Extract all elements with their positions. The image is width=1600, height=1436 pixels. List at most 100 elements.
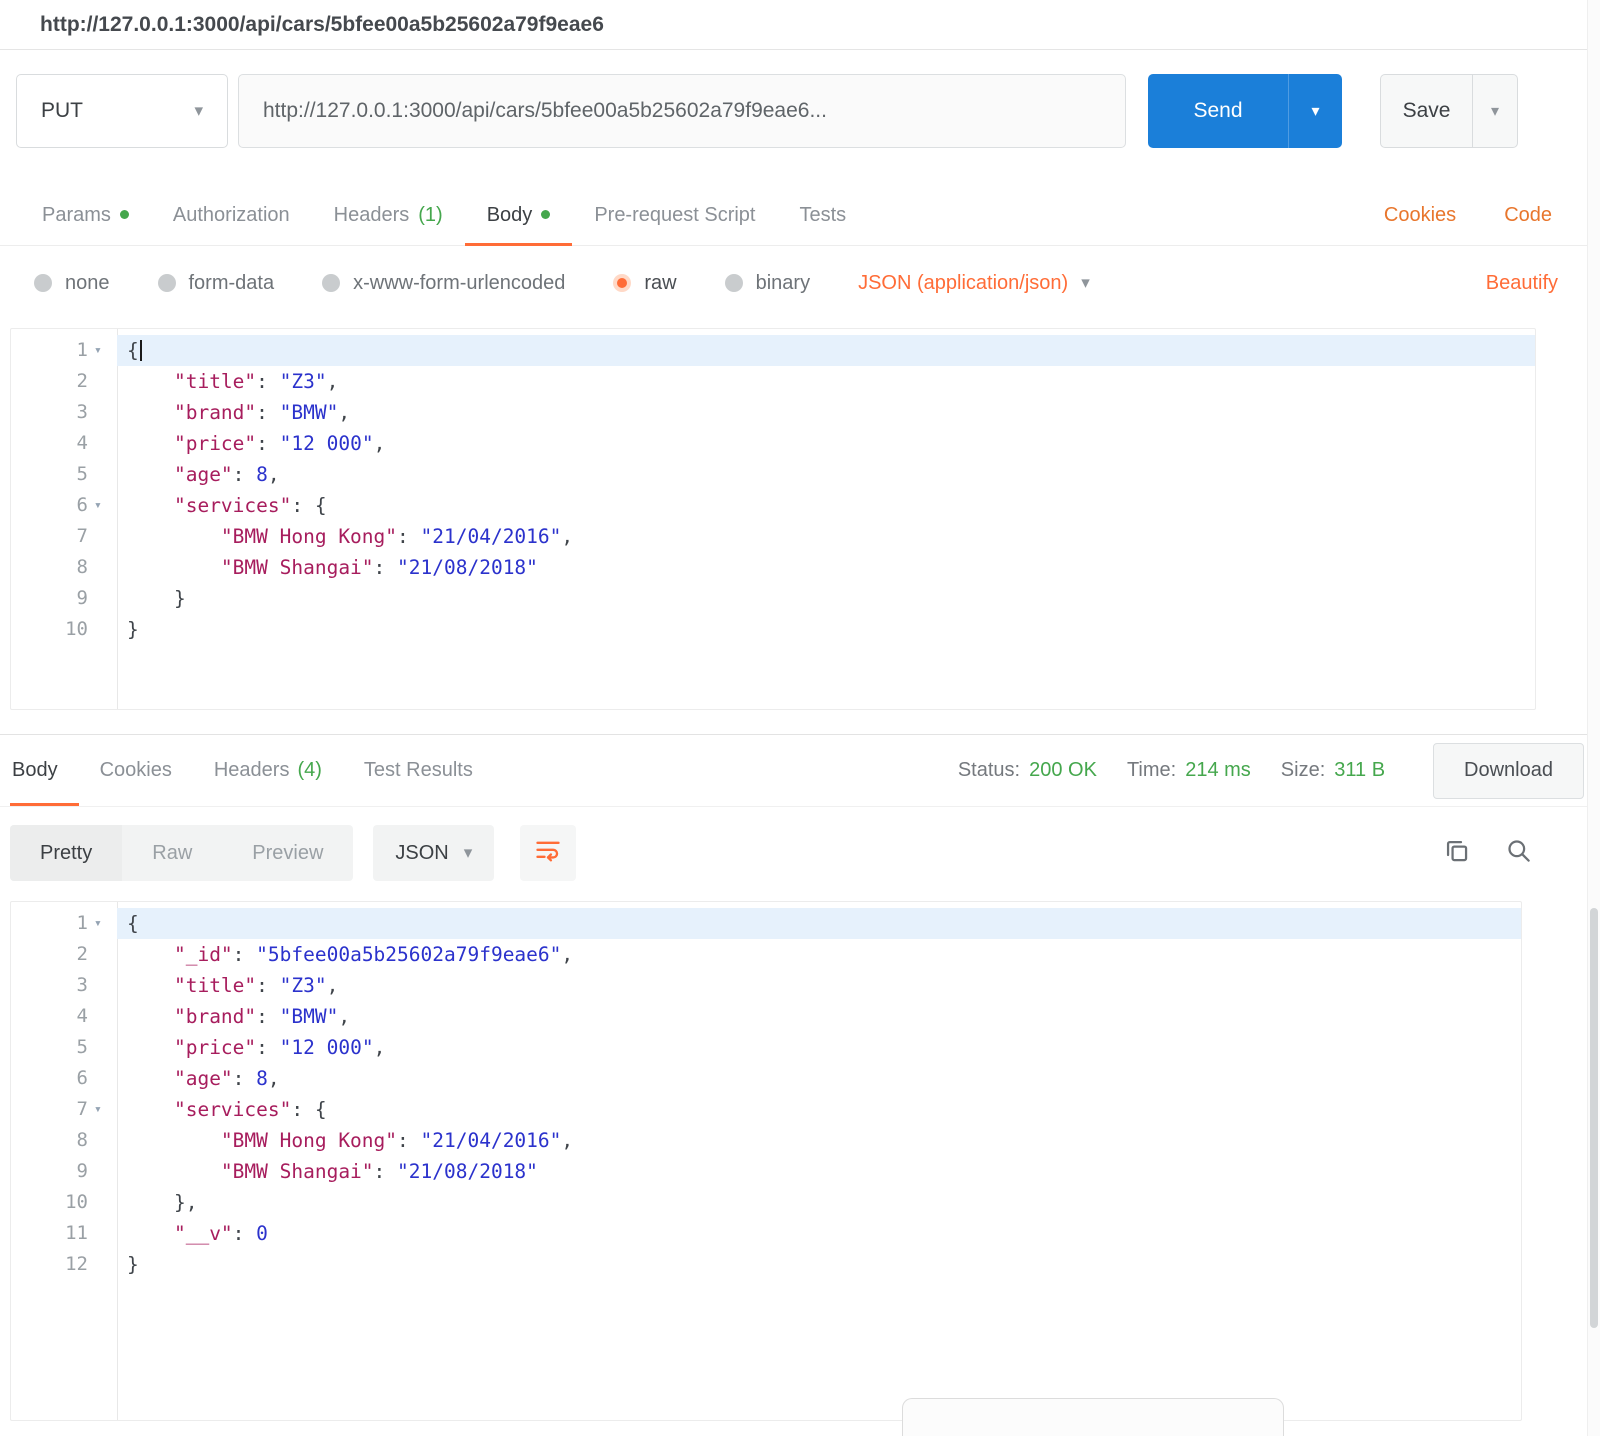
tab-label: Headers [333,204,410,226]
editor-gutter: 7 ▾ [11,1094,117,1125]
tab-count: (1) [418,204,443,226]
wrap-text-icon [534,837,562,870]
tab-params[interactable]: Params [20,186,151,245]
body-type-form-data[interactable]: form-data [157,271,275,295]
resp-tab-headers[interactable]: Headers (4) [193,735,343,806]
chevron-down-icon: ▾ [194,101,203,120]
body-type-urlencoded[interactable]: x-www-form-urlencoded [322,272,565,295]
format-label: JSON [395,841,449,864]
body-type-raw[interactable]: raw [613,272,677,295]
fold-toggle-icon[interactable]: ▾ [91,1094,117,1125]
radio-icon [157,274,176,292]
tab-label: Params [42,204,111,226]
tab-label: Body [12,759,58,781]
code-line: 6 ▾ "services": { [11,490,1535,521]
tab-label: Tests [799,204,847,226]
code-line: 6 "age": 8, [11,1063,1521,1094]
line-number: 9 [76,1160,88,1182]
tab-label: Body [486,204,533,226]
request-tabs: Params Authorization Headers (1) Body Pr… [0,186,1600,246]
editor-gutter: 6 ▾ [11,490,117,521]
tab-pre-request-script[interactable]: Pre-request Script [572,186,777,245]
line-number: 6 [76,494,88,516]
editor-gutter: 2 [11,939,117,970]
send-options-button[interactable]: ▾ [1288,74,1342,148]
code-link[interactable]: Code [1504,204,1552,227]
code-text: "services": { [173,494,327,517]
code-line: 12} [11,1249,1521,1280]
resp-tab-body[interactable]: Body [10,735,79,806]
radio-icon [34,274,52,292]
code-text: "age": 8, [173,1067,280,1090]
code-line: 8 "BMW Hong Kong": "21/04/2016", [11,1125,1521,1156]
body-type-binary[interactable]: binary [724,272,810,295]
response-toolbar: Pretty Raw Preview JSON ▾ [0,807,1600,889]
editor-gutter: 3 [11,397,117,428]
size-value: 311 B [1334,759,1386,781]
beautify-link[interactable]: Beautify [1486,272,1558,295]
tab-tests[interactable]: Tests [777,186,868,245]
resp-tab-cookies[interactable]: Cookies [79,735,193,806]
save-button[interactable]: Save [1380,74,1472,148]
cookies-link[interactable]: Cookies [1384,204,1456,227]
code-line: 10} [11,614,1535,645]
editor-gutter: 9 [11,1156,117,1187]
response-meta: Status: 200 OK Time: 214 ms Size: 311 B [958,759,1415,782]
radio-label: x-www-form-urlencoded [353,271,566,294]
line-number: 3 [76,974,88,996]
chevron-down-icon: ▾ [1490,103,1500,120]
editor-gutter: 9 [11,583,117,614]
view-preview[interactable]: Preview [222,825,353,881]
resp-tab-test-results[interactable]: Test Results [343,735,494,806]
download-button[interactable]: Download [1433,742,1584,799]
vertical-scrollbar[interactable] [1587,0,1600,1436]
editor-gutter: 8 [11,1125,117,1156]
save-options-button[interactable]: ▾ [1472,74,1518,148]
method-select[interactable]: PUT ▾ [16,74,228,148]
radio-icon [724,274,743,292]
radio-label: none [65,271,110,294]
content-type-select[interactable]: JSON (application/json) ▾ [858,272,1090,295]
time-value: 214 ms [1185,759,1251,781]
size-label: Size: [1280,759,1326,781]
url-input[interactable]: http://127.0.0.1:3000/api/cars/5bfee00a5… [238,74,1126,148]
code-text: "__v": 0 [173,1222,268,1245]
request-tab-title: http://127.0.0.1:3000/api/cars/5bfee00a5… [40,12,604,36]
tab-authorization[interactable]: Authorization [151,186,312,245]
response-format-select[interactable]: JSON ▾ [373,825,495,881]
line-number: 4 [76,432,88,454]
line-number: 7 [76,525,88,547]
radio-selected-icon [613,274,632,292]
line-number: 2 [76,370,88,392]
radio-label: form-data [188,271,275,294]
copy-button[interactable] [1438,835,1474,871]
code-text: "services": { [173,1098,327,1121]
editor-gutter: 12 [11,1249,117,1280]
code-line: 1 ▾{ [11,908,1521,939]
search-icon [1505,837,1532,869]
time-label: Time: [1126,759,1177,781]
text-cursor [139,340,142,361]
view-raw[interactable]: Raw [122,825,222,881]
request-body-editor[interactable]: 1 ▾{2 "title": "Z3", 3 "brand": "BMW", 4 "p… [10,328,1536,710]
tab-body[interactable]: Body [464,186,573,246]
wrap-text-button[interactable] [520,825,577,881]
tab-headers[interactable]: Headers (1) [312,186,465,245]
line-number: 5 [76,463,88,485]
tab-label: Headers [213,759,290,781]
view-pretty[interactable]: Pretty [10,825,123,881]
editor-gutter: 7 [11,521,117,552]
editor-gutter: 2 [11,366,117,397]
editor-gutter: 4 [11,1001,117,1032]
scrollbar-thumb[interactable] [1590,908,1598,1328]
fold-toggle-icon[interactable]: ▾ [91,490,117,521]
search-button[interactable] [1500,835,1536,871]
green-dot-icon [119,210,129,219]
send-button[interactable]: Send [1148,74,1288,148]
fold-toggle-icon[interactable]: ▾ [91,908,117,939]
fold-toggle-icon[interactable]: ▾ [91,335,117,366]
code-text: "BMW Shangai": "21/08/2018" [220,556,538,579]
body-type-none[interactable]: none [34,272,110,295]
editor-gutter: 5 [11,1032,117,1063]
tab-label: Authorization [172,204,290,226]
